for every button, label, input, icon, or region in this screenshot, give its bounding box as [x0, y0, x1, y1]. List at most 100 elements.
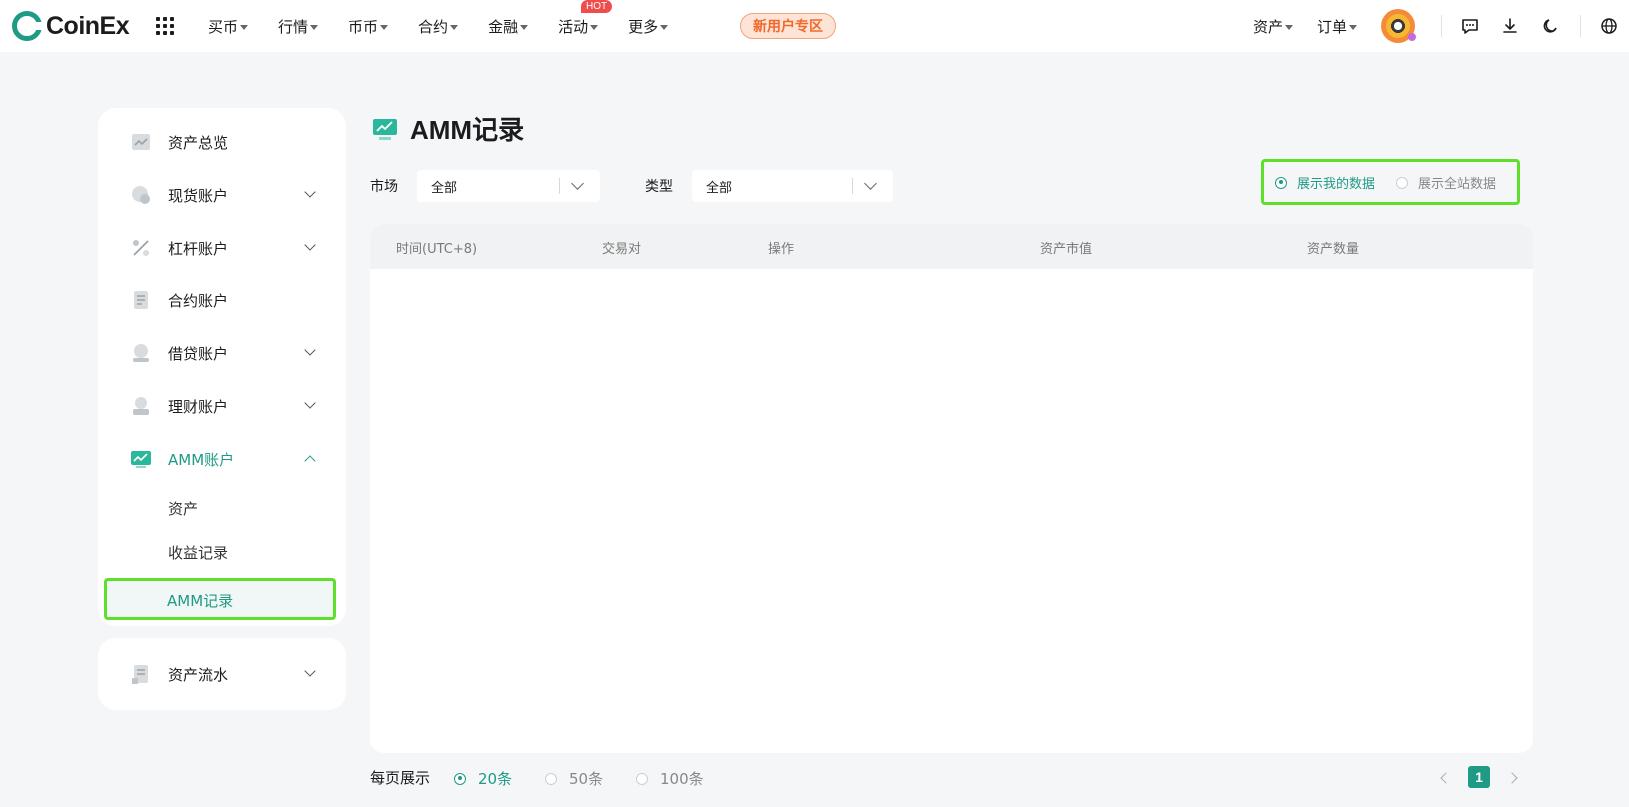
main-menu: 买币 行情 币币 合约 金融 活动 HOT 更多 — [208, 0, 698, 52]
download-icon[interactable] — [1500, 16, 1520, 36]
radio-unchecked-icon — [636, 772, 648, 785]
logo-text: CoinEx — [46, 11, 130, 40]
finance-icon — [133, 397, 149, 415]
loan-icon — [133, 344, 149, 362]
per-page-option-label: 100条 — [660, 770, 704, 788]
nav-finance[interactable]: 金融 — [488, 16, 529, 37]
market-filter-label: 市场 — [370, 179, 398, 195]
divider — [852, 178, 853, 194]
sidebar-item-label: 杠杆账户 — [168, 239, 229, 258]
column-header-market-value: 资产市值 — [1040, 242, 1093, 257]
nav-futures[interactable]: 合约 — [418, 16, 459, 37]
radio-unchecked-icon — [545, 772, 557, 785]
user-avatar[interactable] — [1381, 9, 1416, 43]
margin-icon — [133, 240, 149, 256]
sidebar-item-spot[interactable]: 现货账户 — [98, 177, 346, 213]
sidebar-item-overview[interactable]: 资产总览 — [98, 124, 346, 160]
sidebar-item-ledger[interactable]: 资产流水 — [98, 656, 346, 692]
prev-page-icon[interactable] — [1440, 772, 1452, 784]
caret-down-icon — [310, 24, 319, 30]
caret-down-icon — [1349, 24, 1357, 30]
caret-down-icon — [240, 24, 249, 30]
type-select[interactable]: 全部 — [692, 170, 893, 202]
sidebar-item-margin[interactable]: 杠杆账户 — [98, 230, 346, 266]
page-number-current[interactable]: 1 — [1468, 766, 1490, 788]
sidebar-subitem-label: AMM记录 — [167, 592, 234, 610]
new-user-zone-button[interactable]: 新用户专区 — [740, 13, 836, 39]
caret-down-icon — [660, 24, 669, 30]
sidebar-subitem-earnings[interactable]: 收益记录 — [168, 542, 228, 563]
caret-down-icon — [450, 24, 459, 30]
nav-right: 资产 订单 — [1253, 0, 1629, 52]
page-title: AMM记录 — [410, 115, 525, 145]
futures-icon — [134, 291, 148, 309]
nav-assets[interactable]: 资产 — [1253, 16, 1293, 37]
show-my-data-radio[interactable]: 展示我的数据 — [1275, 173, 1375, 192]
show-my-data-label: 展示我的数据 — [1297, 177, 1376, 192]
chevron-down-icon — [304, 665, 316, 677]
table-header: 时间(UTC+8) 交易对 操作 资产市值 资产数量 — [370, 224, 1533, 269]
coinex-logo[interactable]: CoinEx — [12, 11, 130, 41]
chevron-down-icon — [304, 239, 316, 251]
divider — [559, 178, 560, 194]
radio-checked-icon — [1275, 176, 1287, 189]
nav-spot[interactable]: 币币 — [348, 16, 389, 37]
sidebar-item-label: 理财账户 — [168, 397, 229, 416]
sidebar-item-label: AMM账户 — [168, 450, 235, 469]
radio-unchecked-icon — [1396, 176, 1408, 189]
sidebar-item-label: 现货账户 — [168, 186, 229, 205]
per-page-option-label: 50条 — [569, 770, 604, 788]
caret-down-icon — [1284, 24, 1293, 30]
column-header-pair: 交易对 — [602, 242, 642, 257]
sidebar-subitem-amm-records[interactable]: AMM记录 — [104, 578, 336, 620]
sidebar-item-futures[interactable]: 合约账户 — [98, 282, 346, 318]
sidebar-subitem-assets[interactable]: 资产 — [168, 498, 198, 519]
divider — [1441, 15, 1442, 37]
amm-icon — [131, 451, 151, 468]
sidebar-item-label: 资产总览 — [168, 133, 229, 152]
globe-icon[interactable] — [1599, 16, 1619, 36]
apps-grid-icon[interactable] — [156, 17, 174, 35]
column-header-action: 操作 — [768, 242, 795, 257]
market-select[interactable]: 全部 — [417, 170, 600, 202]
sidebar-item-label: 借贷账户 — [168, 344, 229, 363]
sidebar-item-amm[interactable]: AMM账户 — [98, 441, 346, 477]
per-page-20-radio[interactable]: 20条 — [454, 768, 512, 789]
column-header-time: 时间(UTC+8) — [396, 242, 478, 257]
chevron-up-icon — [304, 455, 316, 467]
nav-activities[interactable]: 活动 HOT — [558, 0, 613, 37]
chat-icon[interactable] — [1460, 16, 1480, 36]
chevron-down-icon — [304, 397, 316, 409]
nav-buy-crypto[interactable]: 买币 — [208, 16, 249, 37]
ledger-icon — [132, 665, 148, 684]
spot-icon — [132, 186, 150, 204]
nav-orders[interactable]: 订单 — [1317, 16, 1357, 37]
page-header: AMM记录 — [372, 110, 524, 147]
chevron-down-icon — [864, 177, 877, 190]
type-filter-label: 类型 — [645, 179, 673, 195]
moon-icon[interactable] — [1540, 16, 1560, 36]
records-table: 时间(UTC+8) 交易对 操作 资产市值 资产数量 — [370, 224, 1533, 753]
chevron-down-icon — [304, 186, 316, 198]
nav-markets[interactable]: 行情 — [278, 16, 319, 37]
per-page-50-radio[interactable]: 50条 — [545, 768, 603, 789]
radio-checked-icon — [454, 772, 466, 785]
nav-more[interactable]: 更多 — [628, 16, 669, 37]
per-page-100-radio[interactable]: 100条 — [636, 768, 704, 789]
per-page-option-label: 20条 — [478, 770, 513, 788]
caret-down-icon — [520, 24, 529, 30]
hot-badge: HOT — [580, 0, 613, 13]
show-all-data-radio[interactable]: 展示全站数据 — [1396, 173, 1496, 192]
sidebar-item-label: 资产流水 — [168, 665, 229, 684]
sidebar-item-label: 合约账户 — [168, 291, 229, 310]
column-header-quantity: 资产数量 — [1307, 242, 1360, 257]
caret-down-icon — [380, 24, 389, 30]
next-page-icon[interactable] — [1506, 772, 1518, 784]
chevron-down-icon — [304, 344, 316, 356]
type-select-value: 全部 — [706, 181, 733, 196]
amm-title-icon — [373, 118, 397, 140]
top-nav: CoinEx 买币 行情 币币 合约 金融 活动 HOT 更多 新用户专区 资产 … — [0, 0, 1629, 52]
sidebar-item-loan[interactable]: 借贷账户 — [98, 335, 346, 371]
caret-down-icon — [590, 24, 599, 30]
sidebar-item-finance[interactable]: 理财账户 — [98, 388, 346, 424]
